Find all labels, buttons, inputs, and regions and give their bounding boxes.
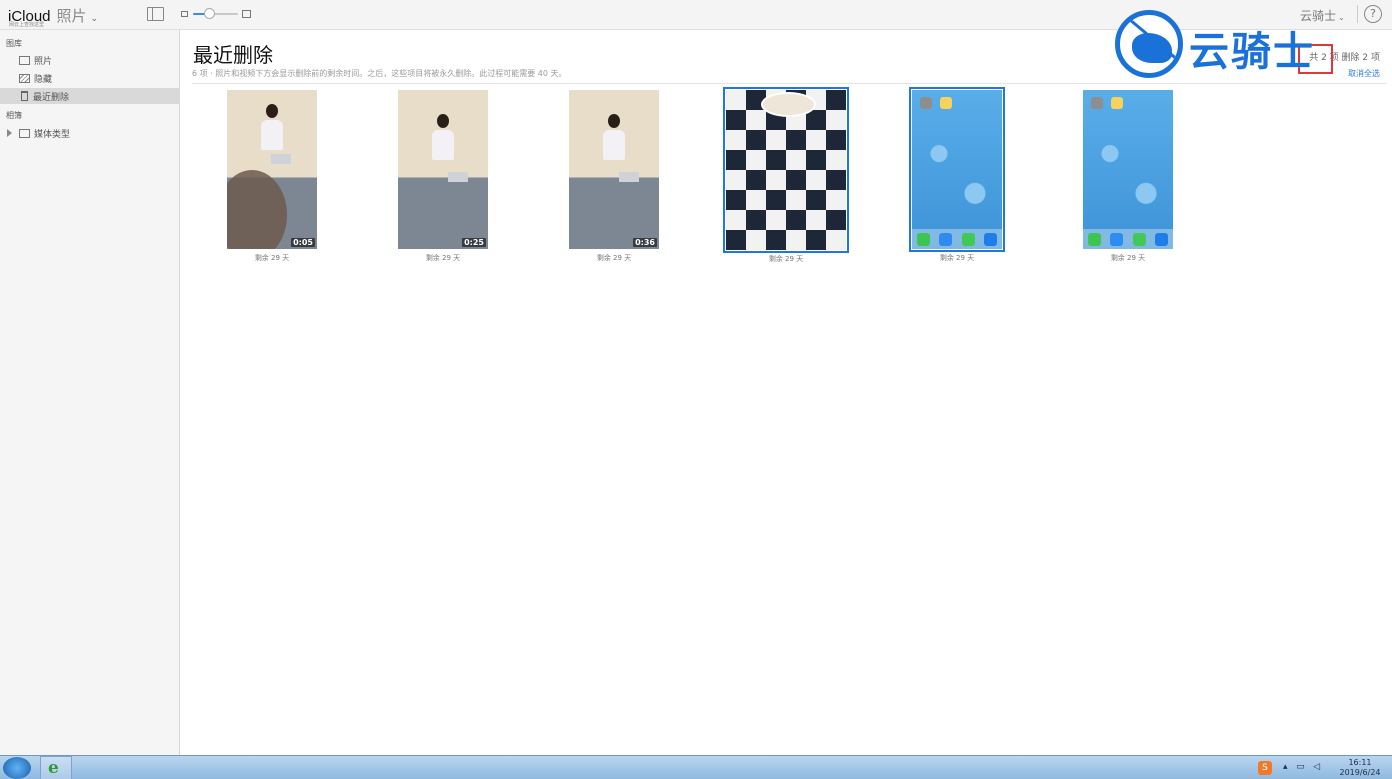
page-title: 最近删除	[193, 43, 273, 67]
video-preview: 0:25	[398, 90, 488, 249]
settings-app-icon	[920, 97, 932, 109]
hidden-icon	[19, 73, 30, 83]
settings-app-icon	[1091, 97, 1103, 109]
days-remaining: 剩余 29 天	[1110, 254, 1146, 262]
sidebar-item-label: 隐藏	[34, 74, 53, 85]
watermark-logo: 云骑士	[1115, 5, 1385, 83]
zoom-out-icon[interactable]	[181, 11, 188, 17]
dock	[912, 229, 1002, 249]
days-remaining: 剩余 29 天	[254, 254, 290, 262]
sidebar-item-label: 最近删除	[33, 92, 70, 103]
chevron-down-icon: ⌄	[90, 14, 99, 24]
days-remaining: 剩余 29 天	[768, 255, 804, 263]
sidebar: 图库 照片 隐藏 最近删除 相簿 媒体类型	[0, 30, 180, 755]
photo-thumbnail[interactable]: 剩余 29 天	[1083, 90, 1173, 263]
safari-app-icon	[1110, 232, 1124, 246]
messages-app-icon	[961, 232, 975, 246]
video-duration: 0:25	[462, 238, 486, 247]
sidebar-item-media-types[interactable]: 媒体类型	[0, 125, 180, 141]
page-subtitle: 6 项 · 照片和视频下方会显示删除前的剩余时间。之后，这些项目将被永久删除。此…	[192, 69, 567, 78]
sidebar-toggle-icon[interactable]	[147, 7, 164, 21]
internet-explorer-button[interactable]: e	[40, 756, 72, 779]
video-duration: 0:05	[291, 238, 315, 247]
sidebar-section-library: 图库	[6, 39, 22, 48]
knight-logo-icon	[1115, 10, 1183, 78]
messages-app-icon	[1132, 232, 1146, 246]
zoom-slider[interactable]	[193, 13, 238, 15]
sidebar-item-label: 媒体类型	[34, 129, 71, 140]
taskbar-clock[interactable]: 16:11 2019/6/24	[1337, 758, 1383, 778]
app-subtitle: 网云上查找这里	[9, 22, 45, 28]
files-app-icon	[984, 232, 998, 246]
zoom-in-icon[interactable]	[242, 10, 251, 18]
photos-app-icon	[1111, 97, 1123, 109]
hand-blur	[227, 170, 287, 249]
days-remaining: 剩余 29 天	[425, 254, 461, 262]
sidebar-section-albums: 相簿	[6, 111, 22, 120]
sidebar-item-label: 照片	[34, 56, 53, 67]
video-duration: 0:36	[633, 238, 657, 247]
laptop-shape	[619, 172, 639, 182]
safari-app-icon	[939, 232, 953, 246]
phone-app-icon	[916, 232, 930, 246]
phone-app-icon	[1087, 232, 1101, 246]
photo-preview	[723, 87, 849, 253]
folder-icon	[19, 128, 30, 138]
screenshot-preview	[1083, 90, 1173, 249]
ime-icon[interactable]: S	[1258, 761, 1272, 775]
photo-thumbnail[interactable]: 0:25 剩余 29 天	[398, 90, 488, 263]
photo-thumbnail[interactable]: 0:36 剩余 29 天	[569, 90, 659, 263]
watermark-text: 云骑士	[1189, 29, 1315, 75]
laptop-shape	[448, 172, 468, 182]
clock-time: 16:11	[1348, 758, 1372, 767]
screenshot-preview	[909, 87, 1005, 252]
start-button[interactable]	[3, 757, 31, 779]
sidebar-item-recently-deleted[interactable]: 最近删除	[0, 88, 180, 104]
files-app-icon	[1155, 232, 1169, 246]
tray-icons[interactable]: ▴ ▭ ◁	[1283, 762, 1320, 772]
video-preview: 0:05	[227, 90, 317, 249]
photo-thumbnail[interactable]: 剩余 29 天	[909, 87, 1005, 263]
days-remaining: 剩余 29 天	[596, 254, 632, 262]
dock	[1083, 229, 1173, 249]
video-preview: 0:36	[569, 90, 659, 249]
divider	[192, 83, 1387, 84]
app-name: 照片	[56, 7, 87, 25]
photo-thumbnail[interactable]: 剩余 29 天	[723, 87, 849, 264]
plate-shape	[761, 92, 816, 117]
photos-icon	[19, 55, 30, 65]
trash-icon	[21, 91, 28, 101]
clock-date: 2019/6/24	[1339, 768, 1381, 777]
photo-thumbnail[interactable]: 0:05 剩余 29 天	[227, 90, 317, 263]
sidebar-item-photos[interactable]: 照片	[0, 52, 180, 68]
laptop-shape	[271, 154, 291, 164]
ie-icon: e	[48, 758, 59, 778]
disclosure-triangle-icon[interactable]	[7, 129, 12, 137]
photos-app-icon	[940, 97, 952, 109]
main-content: 最近删除 6 项 · 照片和视频下方会显示删除前的剩余时间。之后，这些项目将被永…	[181, 31, 1392, 755]
days-remaining: 剩余 29 天	[939, 254, 975, 262]
sidebar-item-hidden[interactable]: 隐藏	[0, 70, 180, 86]
taskbar: e S ▴ ▭ ◁ 16:11 2019/6/24	[0, 755, 1392, 779]
zoom-slider-knob[interactable]	[203, 8, 215, 19]
